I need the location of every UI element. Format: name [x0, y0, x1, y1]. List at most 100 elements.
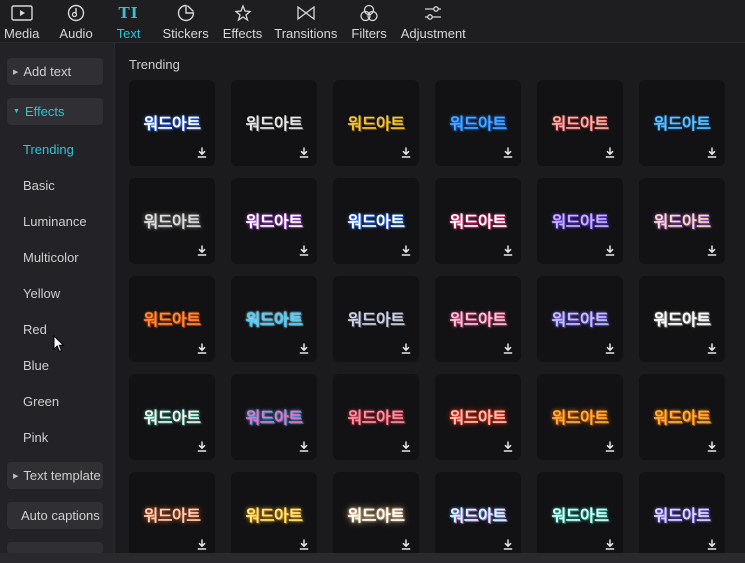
effect-tile[interactable]: 워드아트	[639, 472, 725, 553]
effect-tile[interactable]: 워드아트	[639, 80, 725, 166]
download-icon[interactable]	[605, 343, 615, 354]
download-icon[interactable]	[299, 343, 309, 354]
download-icon[interactable]	[197, 147, 207, 158]
tab-stickers[interactable]: Stickers	[159, 0, 213, 41]
effect-tile[interactable]: 워드아트	[537, 178, 623, 264]
effect-tile[interactable]: 워드아트	[333, 374, 419, 460]
sidebar-item-basic[interactable]: Basic	[23, 178, 55, 193]
effect-tile[interactable]: 워드아트	[231, 80, 317, 166]
effect-tile[interactable]: 워드아트	[435, 80, 521, 166]
effect-tile[interactable]: 워드아트	[231, 276, 317, 362]
sidebar-item-blue[interactable]: Blue	[23, 358, 49, 373]
add-text-label: Add text	[23, 64, 72, 79]
effect-tile[interactable]: 워드아트	[435, 276, 521, 362]
download-icon[interactable]	[707, 539, 717, 550]
download-icon[interactable]	[707, 245, 717, 256]
add-text-button[interactable]: ▶ Add text	[7, 58, 103, 85]
effect-tile[interactable]: 워드아트	[129, 80, 215, 166]
download-icon[interactable]	[197, 539, 207, 550]
download-icon[interactable]	[197, 441, 207, 452]
download-icon[interactable]	[503, 539, 513, 550]
download-icon[interactable]	[605, 147, 615, 158]
download-icon[interactable]	[503, 245, 513, 256]
effects-icon	[233, 3, 252, 23]
effect-tile[interactable]: 워드아트	[435, 178, 521, 264]
download-icon[interactable]	[401, 147, 411, 158]
download-icon[interactable]	[605, 441, 615, 452]
effect-preview-text: 워드아트	[347, 408, 405, 427]
download-icon[interactable]	[401, 343, 411, 354]
effect-preview-text: 워드아트	[347, 310, 405, 329]
effect-tile[interactable]: 워드아트	[333, 178, 419, 264]
sidebar-item-pink[interactable]: Pink	[23, 430, 48, 445]
effect-tile[interactable]: 워드아트	[435, 374, 521, 460]
download-icon[interactable]	[197, 343, 207, 354]
download-icon[interactable]	[503, 441, 513, 452]
download-icon[interactable]	[707, 343, 717, 354]
download-icon[interactable]	[197, 245, 207, 256]
download-icon[interactable]	[401, 539, 411, 550]
sidebar-item-yellow[interactable]: Yellow	[23, 286, 60, 301]
sidebar-item-luminance[interactable]: Luminance	[23, 214, 87, 229]
sidebar-item-multicolor[interactable]: Multicolor	[23, 250, 79, 265]
effects-label: Effects	[24, 104, 65, 119]
effect-preview-text: 워드아트	[245, 114, 303, 133]
effect-tile[interactable]: 워드아트	[129, 472, 215, 553]
effect-preview-text: 워드아트	[143, 506, 201, 525]
effect-preview-text: 워드아트	[245, 408, 303, 427]
effects-panel: Trending 워드아트 워드아트 워드아트 워드아트 워드아트 워드아트 워드아트 워드아…	[115, 43, 745, 553]
download-icon[interactable]	[299, 441, 309, 452]
effect-tile[interactable]: 워드아트	[435, 472, 521, 553]
effect-tile[interactable]: 워드아트	[639, 374, 725, 460]
stickers-icon	[177, 3, 195, 23]
auto-captions-button[interactable]: Auto captions	[7, 502, 103, 529]
audio-icon	[67, 3, 85, 23]
tab-effects[interactable]: Effects	[219, 0, 267, 41]
download-icon[interactable]	[503, 147, 513, 158]
download-icon[interactable]	[299, 245, 309, 256]
sidebar-item-red[interactable]: Red	[23, 322, 47, 337]
effect-tile[interactable]: 워드아트	[537, 276, 623, 362]
text-template-button[interactable]: ▶ Text template	[7, 462, 103, 489]
effect-tile[interactable]: 워드아트	[231, 178, 317, 264]
effect-tile[interactable]: 워드아트	[333, 472, 419, 553]
tab-filters[interactable]: Filters	[347, 0, 390, 41]
effect-preview-text: 워드아트	[245, 310, 303, 329]
effect-preview-text: 워드아트	[551, 506, 609, 525]
effect-tile[interactable]: 워드아트	[129, 178, 215, 264]
bottom-scroll-area	[0, 553, 745, 563]
effect-preview-text: 워드아트	[143, 212, 201, 231]
tab-transitions[interactable]: Transitions	[270, 0, 341, 41]
effect-tile[interactable]: 워드아트	[537, 80, 623, 166]
tab-audio[interactable]: Audio	[55, 0, 96, 41]
effect-tile[interactable]: 워드아트	[129, 374, 215, 460]
download-icon[interactable]	[503, 343, 513, 354]
text-icon: TI	[118, 4, 139, 22]
effect-preview-text: 워드아트	[449, 212, 507, 231]
download-icon[interactable]	[401, 441, 411, 452]
effect-preview-text: 워드아트	[143, 408, 201, 427]
download-icon[interactable]	[299, 147, 309, 158]
sidebar-item-trending[interactable]: Trending	[23, 142, 74, 157]
download-icon[interactable]	[299, 539, 309, 550]
download-icon[interactable]	[707, 147, 717, 158]
tab-media[interactable]: Media	[0, 0, 43, 41]
effect-tile[interactable]: 워드아트	[639, 178, 725, 264]
effect-tile[interactable]: 워드아트	[537, 472, 623, 553]
effect-preview-text: 워드아트	[347, 506, 405, 525]
effect-tile[interactable]: 워드아트	[231, 472, 317, 553]
download-icon[interactable]	[605, 245, 615, 256]
effect-tile[interactable]: 워드아트	[333, 80, 419, 166]
download-icon[interactable]	[401, 245, 411, 256]
download-icon[interactable]	[605, 539, 615, 550]
download-icon[interactable]	[707, 441, 717, 452]
sidebar-item-green[interactable]: Green	[23, 394, 59, 409]
effect-tile[interactable]: 워드아트	[537, 374, 623, 460]
effect-tile[interactable]: 워드아트	[333, 276, 419, 362]
effect-tile[interactable]: 워드아트	[639, 276, 725, 362]
effect-tile[interactable]: 워드아트	[129, 276, 215, 362]
effects-category-button[interactable]: ▼ Effects	[7, 98, 103, 125]
effect-tile[interactable]: 워드아트	[231, 374, 317, 460]
tab-text[interactable]: TI Text	[113, 0, 145, 41]
tab-adjustment[interactable]: Adjustment	[397, 0, 470, 41]
